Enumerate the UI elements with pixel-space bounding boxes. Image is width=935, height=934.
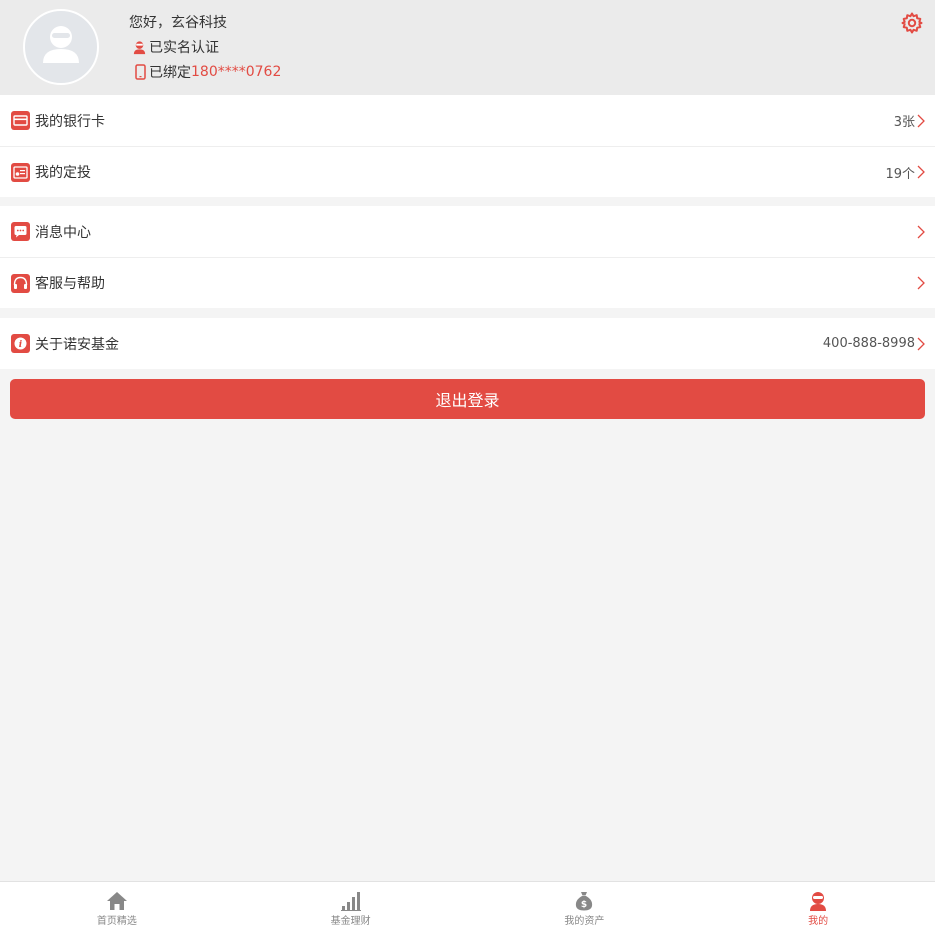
- menu-item-bank-cards[interactable]: 我的银行卡 3张: [0, 95, 935, 146]
- tab-label: 我的: [808, 916, 829, 927]
- verified-user-icon: [133, 40, 146, 54]
- money-bag-icon: $: [576, 892, 593, 911]
- settings-button[interactable]: [900, 11, 924, 35]
- bar-chart-icon: [340, 892, 361, 911]
- verified-label: 已实名认证: [149, 40, 219, 56]
- menu-group-service: 消息中心 客服与帮助: [0, 206, 935, 308]
- menu-item-label: 客服与帮助: [35, 276, 105, 292]
- profile-header: 您好，玄谷科技 已实名认证 已绑定 180****0762: [0, 0, 935, 95]
- hotline-number: 400-888-8998: [822, 336, 915, 351]
- menu-item-fixed-invest[interactable]: 我的定投 19个: [0, 146, 935, 197]
- fixed-invest-count: 19个: [885, 166, 915, 182]
- verified-status: 已实名认证: [132, 37, 219, 57]
- chevron-right-icon: [917, 225, 925, 238]
- info-icon: i: [11, 334, 30, 353]
- gear-icon: [901, 12, 923, 34]
- headset-icon: [11, 273, 30, 293]
- tab-funds[interactable]: 基金理财: [234, 882, 468, 934]
- phone-prefix: 已绑定: [149, 65, 191, 81]
- svg-text:$: $: [581, 900, 587, 910]
- phone-icon: [135, 64, 146, 80]
- fixed-invest-icon: [11, 162, 30, 182]
- menu-item-support[interactable]: 客服与帮助: [0, 257, 935, 308]
- chevron-right-icon: [917, 114, 925, 127]
- phone-number: 180****0762: [191, 64, 282, 80]
- bank-card-count: 3张: [893, 115, 915, 130]
- message-icon: [11, 222, 30, 241]
- tab-mine[interactable]: 我的: [701, 882, 935, 934]
- svg-text:i: i: [19, 340, 23, 350]
- tab-label: 基金理财: [330, 916, 371, 927]
- avatar[interactable]: [23, 9, 99, 85]
- bottom-tab-bar: 首页精选 基金理财 $ 我的资产 我的: [0, 881, 935, 934]
- tab-home[interactable]: 首页精选: [0, 882, 234, 934]
- bank-card-icon: [11, 111, 30, 130]
- logout-button[interactable]: 退出登录: [10, 379, 925, 419]
- bound-phone: 已绑定 180****0762: [134, 62, 281, 82]
- tab-label: 我的资产: [564, 916, 605, 927]
- menu-item-messages[interactable]: 消息中心: [0, 206, 935, 257]
- tab-label: 首页精选: [96, 916, 137, 927]
- chevron-right-icon: [917, 165, 925, 179]
- chevron-right-icon: [917, 276, 925, 290]
- menu-item-label: 关于诺安基金: [35, 336, 119, 353]
- user-avatar-icon: [43, 26, 79, 63]
- home-icon: [106, 892, 127, 910]
- greeting-text: 您好，玄谷科技: [129, 15, 227, 31]
- chevron-right-icon: [917, 337, 925, 350]
- menu-group-about: i 关于诺安基金 400-888-8998: [0, 318, 935, 369]
- menu-item-about[interactable]: i 关于诺安基金 400-888-8998: [0, 318, 935, 369]
- menu-group-account: 我的银行卡 3张 我的定投 19个: [0, 95, 935, 197]
- menu-item-label: 我的银行卡: [35, 113, 105, 130]
- user-icon: [810, 892, 827, 911]
- tab-assets[interactable]: $ 我的资产: [468, 882, 702, 934]
- menu-item-label: 我的定投: [35, 165, 91, 181]
- menu-item-label: 消息中心: [35, 224, 91, 241]
